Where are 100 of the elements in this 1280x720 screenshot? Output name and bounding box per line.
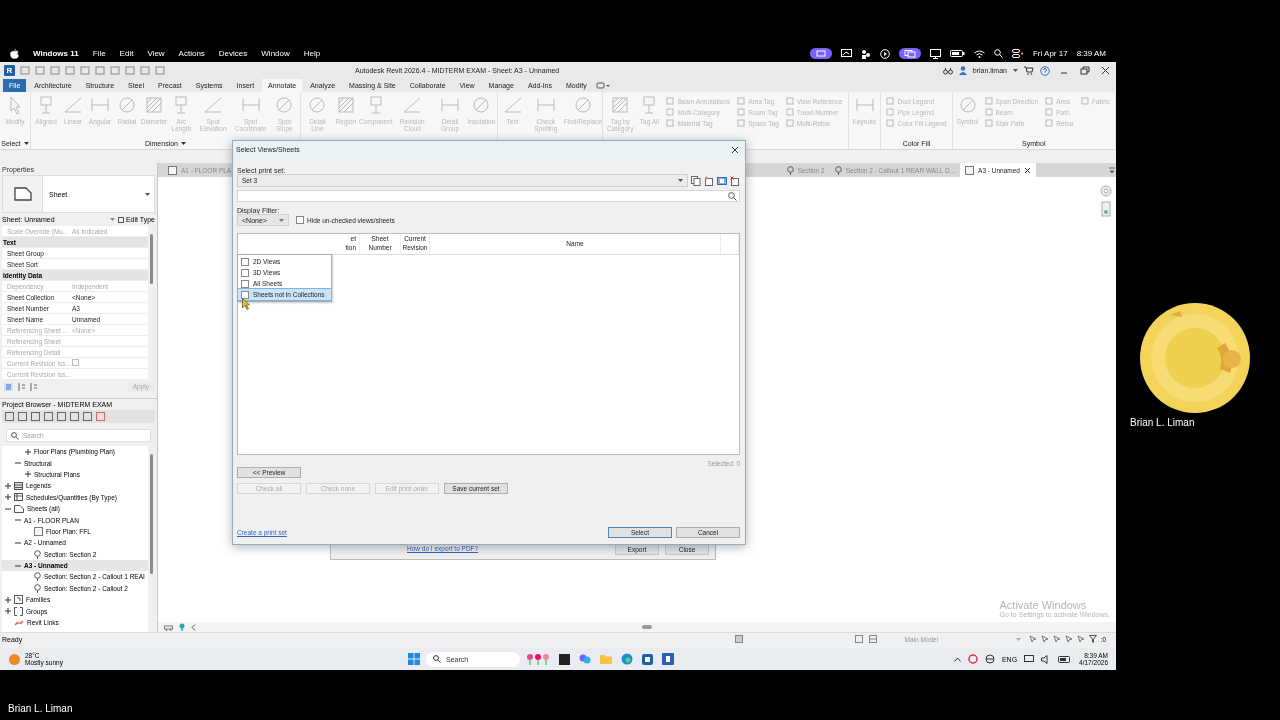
checkbox[interactable] bbox=[241, 268, 249, 277]
expand-icon[interactable] bbox=[25, 448, 31, 455]
category-icon[interactable] bbox=[4, 382, 13, 391]
caret-icon bbox=[1013, 69, 1018, 72]
tag-icon bbox=[1080, 97, 1089, 105]
caret-icon bbox=[181, 141, 186, 145]
expand-icon[interactable] bbox=[5, 494, 11, 501]
marker-icon bbox=[34, 549, 41, 559]
menu-item[interactable]: Help bbox=[303, 49, 321, 58]
page-cross-icon[interactable] bbox=[730, 175, 740, 186]
expand-icon[interactable] bbox=[5, 608, 11, 615]
scrollbar[interactable] bbox=[148, 446, 155, 632]
collapse-icon[interactable] bbox=[15, 460, 21, 467]
menubar-time: 8:39 AM bbox=[1076, 49, 1106, 58]
pages-icon[interactable] bbox=[691, 175, 701, 186]
caret-icon bbox=[678, 179, 683, 182]
search-icon[interactable] bbox=[993, 49, 1003, 58]
close-icon[interactable] bbox=[1024, 166, 1031, 174]
control-center-icon[interactable] bbox=[1011, 49, 1024, 58]
checkbox[interactable] bbox=[241, 290, 249, 299]
sort-icon[interactable] bbox=[17, 382, 25, 391]
menu-item[interactable]: Actions bbox=[178, 49, 205, 58]
globe-icon[interactable] bbox=[984, 654, 995, 664]
collapse-icon[interactable] bbox=[15, 539, 21, 546]
sun-icon[interactable] bbox=[8, 652, 21, 666]
chevron-left-icon bbox=[191, 623, 196, 631]
menu-item[interactable]: Edit bbox=[119, 49, 134, 58]
contextual-tab-icon[interactable] bbox=[594, 79, 611, 92]
circle-icon bbox=[274, 95, 295, 115]
user-icon[interactable] bbox=[958, 66, 967, 75]
search-icon bbox=[11, 431, 19, 440]
windows-logo-icon[interactable] bbox=[408, 653, 420, 665]
hatch-icon bbox=[610, 95, 631, 115]
search-icon bbox=[433, 655, 441, 663]
terminal-icon[interactable] bbox=[559, 653, 570, 665]
store-icon[interactable] bbox=[642, 653, 653, 665]
menubar-date: Fri Apr 17 bbox=[1032, 49, 1068, 58]
caret-icon bbox=[23, 141, 29, 145]
hatch-icon bbox=[144, 95, 164, 115]
checkbox[interactable] bbox=[241, 279, 249, 288]
play-icon[interactable] bbox=[879, 48, 890, 59]
chevron-up-icon[interactable] bbox=[953, 656, 961, 662]
collapse-icon[interactable] bbox=[15, 562, 21, 569]
tulips-icon[interactable] bbox=[526, 653, 550, 665]
search-field[interactable] bbox=[237, 190, 740, 202]
display-icon[interactable] bbox=[840, 49, 852, 58]
marker-icon bbox=[834, 165, 842, 175]
pointer-icon bbox=[242, 298, 250, 310]
caret-icon bbox=[1015, 637, 1021, 641]
cart-icon[interactable] bbox=[1024, 66, 1034, 75]
caret-icon bbox=[279, 218, 284, 222]
sort-icon[interactable] bbox=[29, 382, 37, 391]
app-name[interactable]: Windows 11 bbox=[33, 49, 79, 58]
menu-item[interactable]: File bbox=[92, 49, 106, 58]
restore-icon[interactable] bbox=[1078, 66, 1092, 75]
box-icon bbox=[14, 595, 23, 605]
expand-icon[interactable] bbox=[25, 471, 31, 478]
checkbox[interactable] bbox=[241, 257, 249, 266]
circle-icon bbox=[471, 95, 492, 115]
battery-icon bbox=[949, 50, 965, 57]
circle-icon bbox=[307, 95, 328, 115]
screen-share-icon[interactable] bbox=[809, 48, 832, 59]
activation-title: Activate Windows bbox=[999, 599, 1088, 611]
wifi-icon[interactable] bbox=[973, 49, 985, 58]
car-icon bbox=[164, 623, 173, 631]
participant-name: Brian L. Liman bbox=[1130, 417, 1195, 428]
circle-icon bbox=[957, 95, 978, 115]
hatch-icon bbox=[336, 95, 356, 115]
battery-icon[interactable] bbox=[1058, 655, 1073, 663]
binoculars-icon[interactable] bbox=[942, 66, 953, 75]
apple-icon bbox=[10, 48, 19, 59]
line-icon bbox=[402, 95, 423, 115]
browser-icon[interactable] bbox=[621, 653, 633, 665]
app-logo[interactable]: R bbox=[4, 65, 15, 76]
app-icon[interactable] bbox=[662, 653, 674, 665]
monitor-icon[interactable] bbox=[929, 48, 941, 59]
help-icon[interactable] bbox=[1040, 65, 1050, 76]
presenter-name: Brian L. Liman bbox=[8, 703, 73, 714]
people-icon[interactable] bbox=[860, 48, 871, 59]
text-box-icon[interactable] bbox=[717, 175, 727, 186]
bulb-icon bbox=[179, 623, 185, 631]
monitor-icon[interactable] bbox=[1024, 654, 1035, 664]
close-icon[interactable] bbox=[731, 145, 739, 154]
menu-item[interactable]: Devices bbox=[218, 49, 248, 58]
expand-icon[interactable] bbox=[5, 596, 11, 603]
circle-icon bbox=[117, 95, 137, 115]
windows-icon[interactable] bbox=[898, 48, 921, 59]
filter-icon[interactable] bbox=[1088, 635, 1097, 643]
collapse-icon[interactable] bbox=[5, 505, 11, 512]
menu-item[interactable]: View bbox=[147, 49, 165, 58]
expand-icon[interactable] bbox=[5, 482, 11, 489]
zoom-icon[interactable] bbox=[1101, 201, 1111, 217]
circle-icon bbox=[572, 95, 593, 115]
search-icon bbox=[728, 191, 737, 201]
menu-item[interactable]: Window bbox=[261, 49, 290, 58]
marker-icon bbox=[786, 165, 794, 175]
scrollbar[interactable] bbox=[158, 622, 1116, 632]
line-icon bbox=[63, 95, 83, 115]
checkbox[interactable] bbox=[296, 216, 304, 224]
collapse-icon[interactable] bbox=[15, 517, 21, 524]
